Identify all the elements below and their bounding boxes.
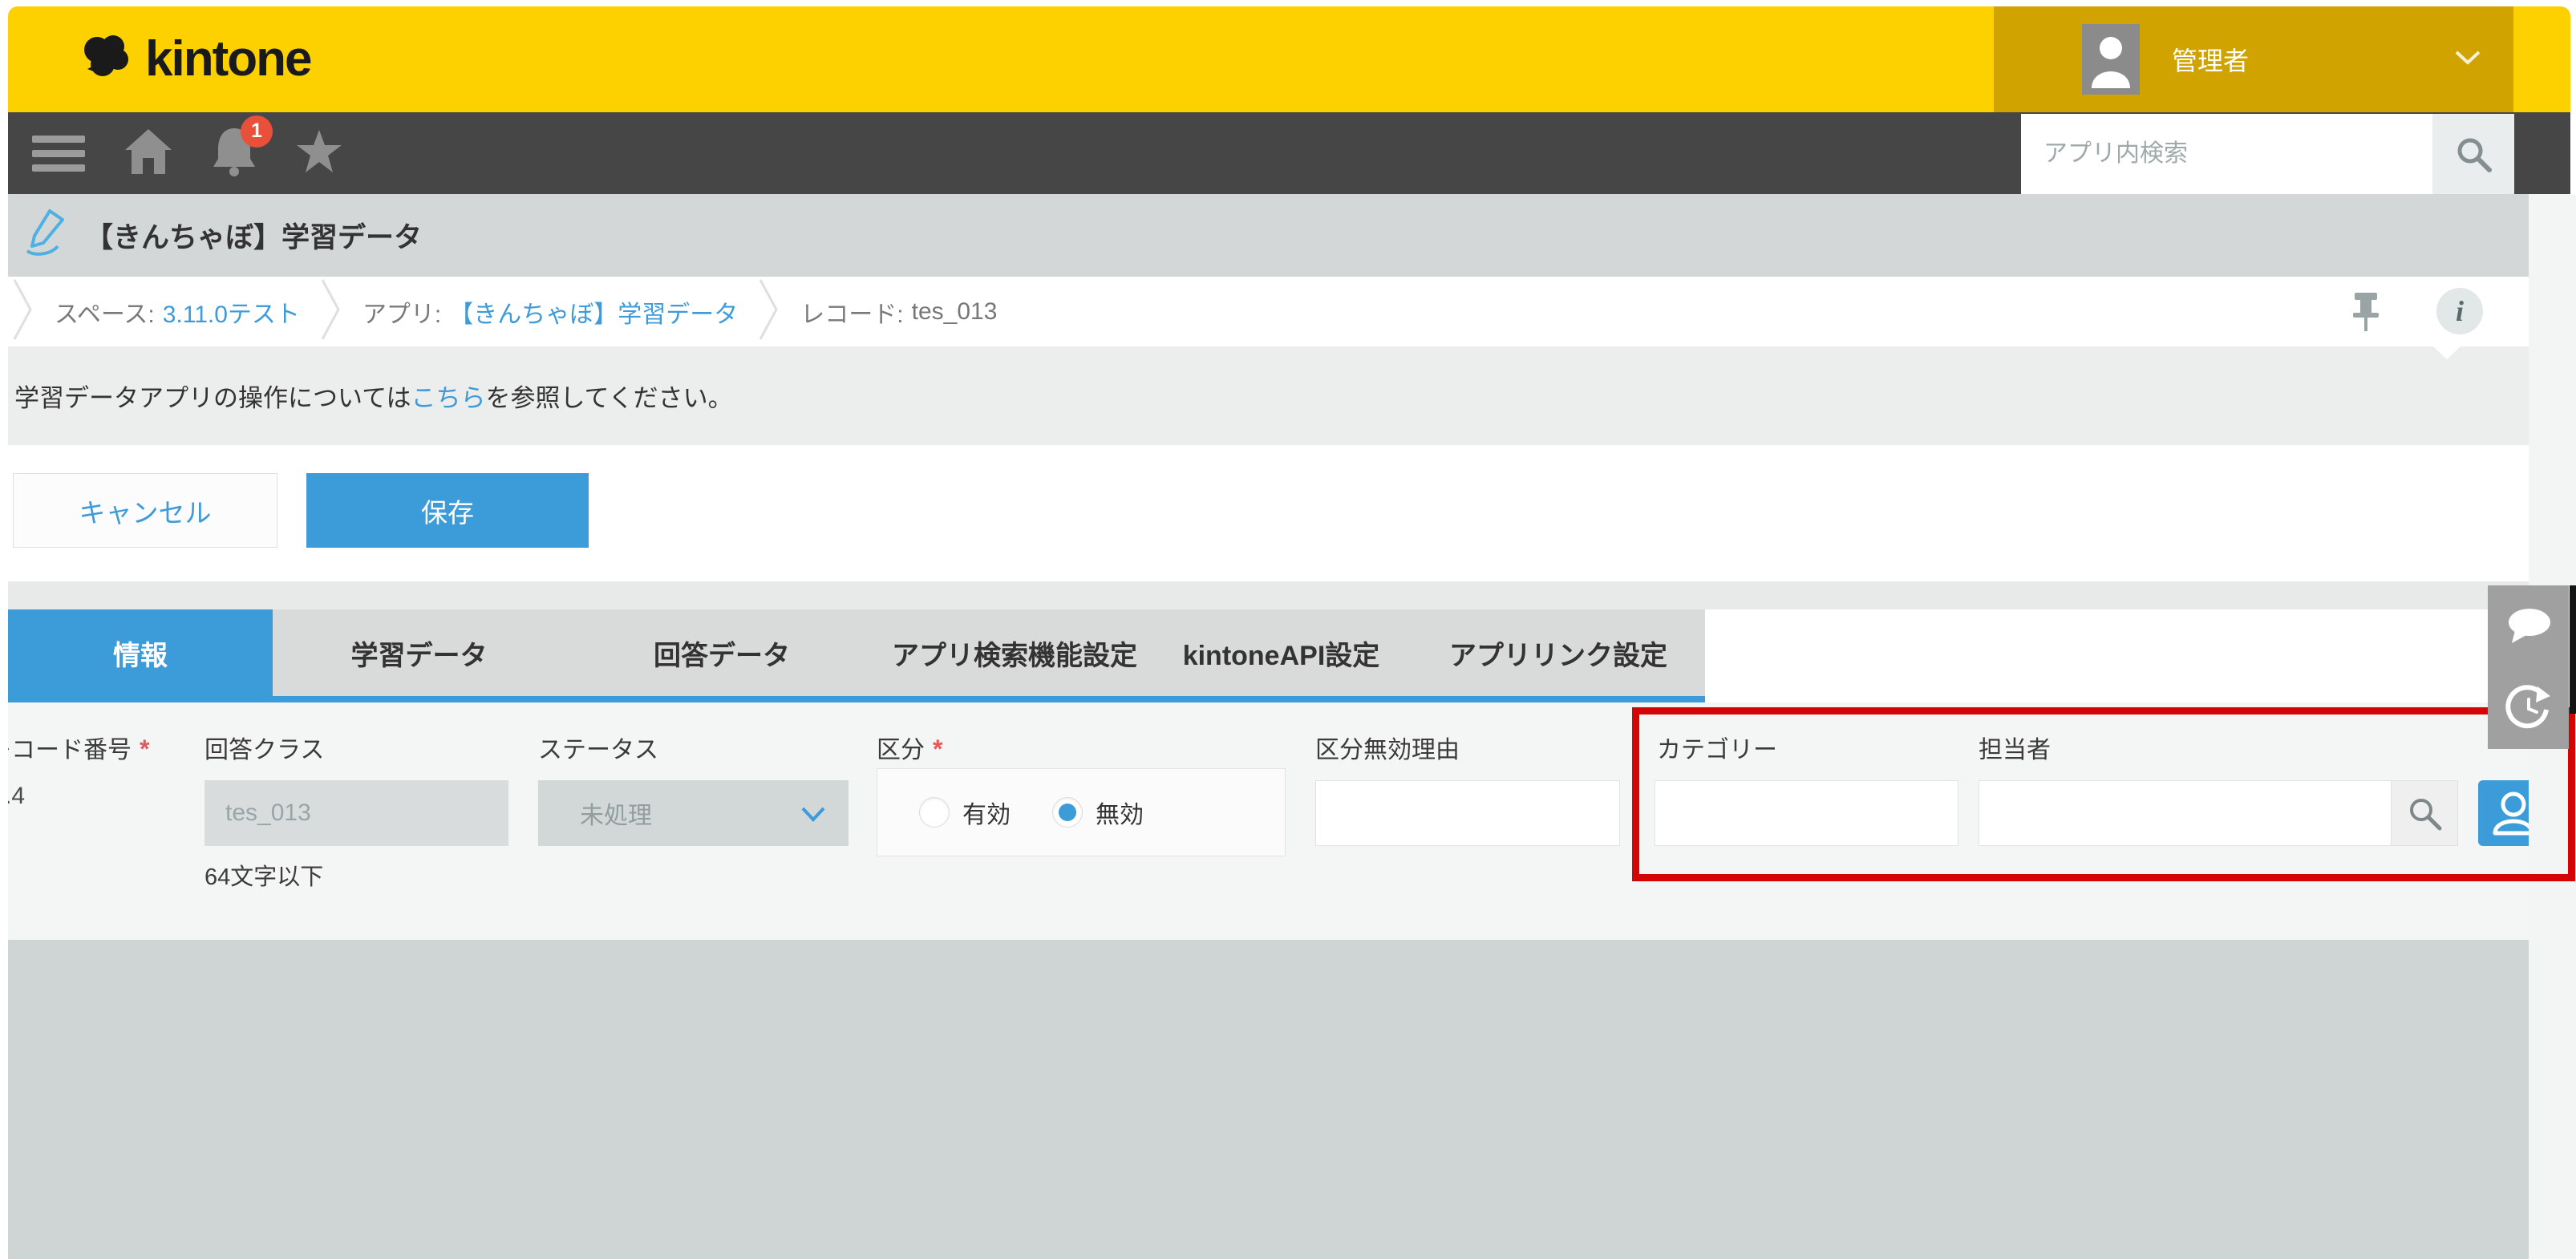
tab-app-link-settings[interactable]: アプリリンク設定 bbox=[1412, 609, 1705, 696]
breadcrumb-app-link[interactable]: 【きんちゃぼ】学習データ bbox=[449, 294, 738, 330]
field-record-number: レコード番号* .4 bbox=[8, 702, 212, 940]
notifications-icon[interactable]: 1 bbox=[212, 127, 257, 180]
tab-bar: 情報 学習データ 回答データ アプリ検索機能設定 kintoneAPI設定 アプ… bbox=[8, 609, 1705, 696]
favorites-icon[interactable] bbox=[295, 128, 343, 179]
page-title: 【きんちゃぼ】学習データ bbox=[85, 215, 422, 256]
left-margin bbox=[0, 0, 8, 1259]
user-avatar-icon bbox=[2082, 24, 2140, 95]
search-input[interactable] bbox=[2042, 140, 2398, 168]
user-menu[interactable]: 管理者 bbox=[1994, 6, 2513, 112]
radio-yuko[interactable]: 有効 bbox=[919, 795, 1011, 830]
breadcrumb-app[interactable]: アプリ: 【きんちゃぼ】学習データ bbox=[363, 294, 738, 330]
breadcrumb-space-link[interactable]: 3.11.0テスト bbox=[163, 294, 300, 330]
notice-text-before: 学習データアプリの操作については bbox=[14, 384, 411, 412]
edit-pen-icon bbox=[24, 206, 71, 265]
chevron-right-icon bbox=[13, 278, 34, 345]
notification-badge: 1 bbox=[241, 115, 273, 148]
chevron-right-icon bbox=[321, 278, 342, 345]
notice-text-after: を参照してください。 bbox=[485, 384, 732, 412]
field-status: ステータス 未処理 bbox=[538, 702, 849, 940]
tab-app-search-settings[interactable]: アプリ検索機能設定 bbox=[878, 609, 1151, 696]
record-side-rail bbox=[2488, 585, 2569, 749]
scrollbar-strip bbox=[2570, 585, 2576, 714]
field-answer-class: 回答クラス 64文字以下 bbox=[205, 702, 508, 940]
notice-bar: 学習データアプリの操作についてはこちらを参照してください。 bbox=[8, 346, 2529, 445]
action-bar: キャンセル 保存 bbox=[8, 445, 2529, 581]
kintone-logo[interactable]: kintone bbox=[76, 30, 310, 87]
kubun-reason-input[interactable] bbox=[1315, 780, 1620, 846]
record-number-value: .4 bbox=[8, 783, 25, 810]
tab-kaito-data[interactable]: 回答データ bbox=[565, 609, 878, 696]
right-margin bbox=[2570, 0, 2576, 195]
info-tooltip-notch bbox=[2432, 346, 2461, 359]
chevron-down-icon bbox=[800, 803, 826, 830]
kubun-radio-group: 有効 無効 bbox=[877, 768, 1286, 856]
highlight-annotation-rect bbox=[1632, 707, 2575, 881]
notice-link[interactable]: こちら bbox=[411, 384, 485, 412]
required-asterisk: * bbox=[933, 735, 942, 763]
info-icon[interactable]: i bbox=[2436, 288, 2483, 334]
logo-cloud-icon bbox=[76, 30, 137, 87]
top-margin bbox=[0, 0, 2576, 6]
required-asterisk: * bbox=[140, 735, 149, 763]
tab-kintone-api-settings[interactable]: kintoneAPI設定 bbox=[1151, 609, 1412, 696]
save-button[interactable]: 保存 bbox=[306, 473, 589, 548]
home-icon[interactable] bbox=[124, 128, 173, 180]
pin-icon[interactable] bbox=[2350, 291, 2382, 337]
status-select: 未処理 bbox=[538, 780, 849, 846]
menu-icon[interactable] bbox=[32, 128, 85, 179]
search-icon[interactable] bbox=[2432, 114, 2514, 194]
page-bottom-background bbox=[8, 940, 2529, 1259]
answer-class-hint: 64文字以下 bbox=[205, 858, 323, 892]
tab-gakushu-data[interactable]: 学習データ bbox=[273, 609, 565, 696]
breadcrumb-space[interactable]: スペース: 3.11.0テスト bbox=[55, 294, 300, 330]
user-name: 管理者 bbox=[2172, 41, 2249, 78]
tab-joho[interactable]: 情報 bbox=[8, 609, 273, 696]
tab-active-underline bbox=[8, 696, 1705, 702]
radio-muko[interactable]: 無効 bbox=[1052, 795, 1144, 830]
field-kubun: 区分* 有効 無効 bbox=[877, 702, 1286, 940]
cancel-button[interactable]: キャンセル bbox=[13, 473, 277, 548]
answer-class-input bbox=[205, 780, 508, 846]
radio-unselected-icon[interactable] bbox=[919, 797, 950, 828]
app-title-bar: 【きんちゃぼ】学習データ bbox=[8, 194, 2529, 277]
chevron-down-icon bbox=[2454, 50, 2481, 70]
radio-selected-icon[interactable] bbox=[1052, 797, 1083, 828]
field-kubun-reason: 区分無効理由 bbox=[1315, 702, 1620, 940]
comments-icon[interactable] bbox=[2488, 585, 2569, 667]
app-search bbox=[2021, 114, 2432, 194]
breadcrumb-record: レコード: tes_013 bbox=[800, 294, 997, 330]
chevron-right-icon bbox=[759, 278, 780, 345]
tab-gap-band bbox=[8, 581, 2529, 609]
history-icon[interactable] bbox=[2488, 667, 2569, 749]
logo-text: kintone bbox=[145, 30, 310, 87]
breadcrumb: スペース: 3.11.0テスト アプリ: 【きんちゃぼ】学習データ レコード: … bbox=[8, 277, 2529, 346]
